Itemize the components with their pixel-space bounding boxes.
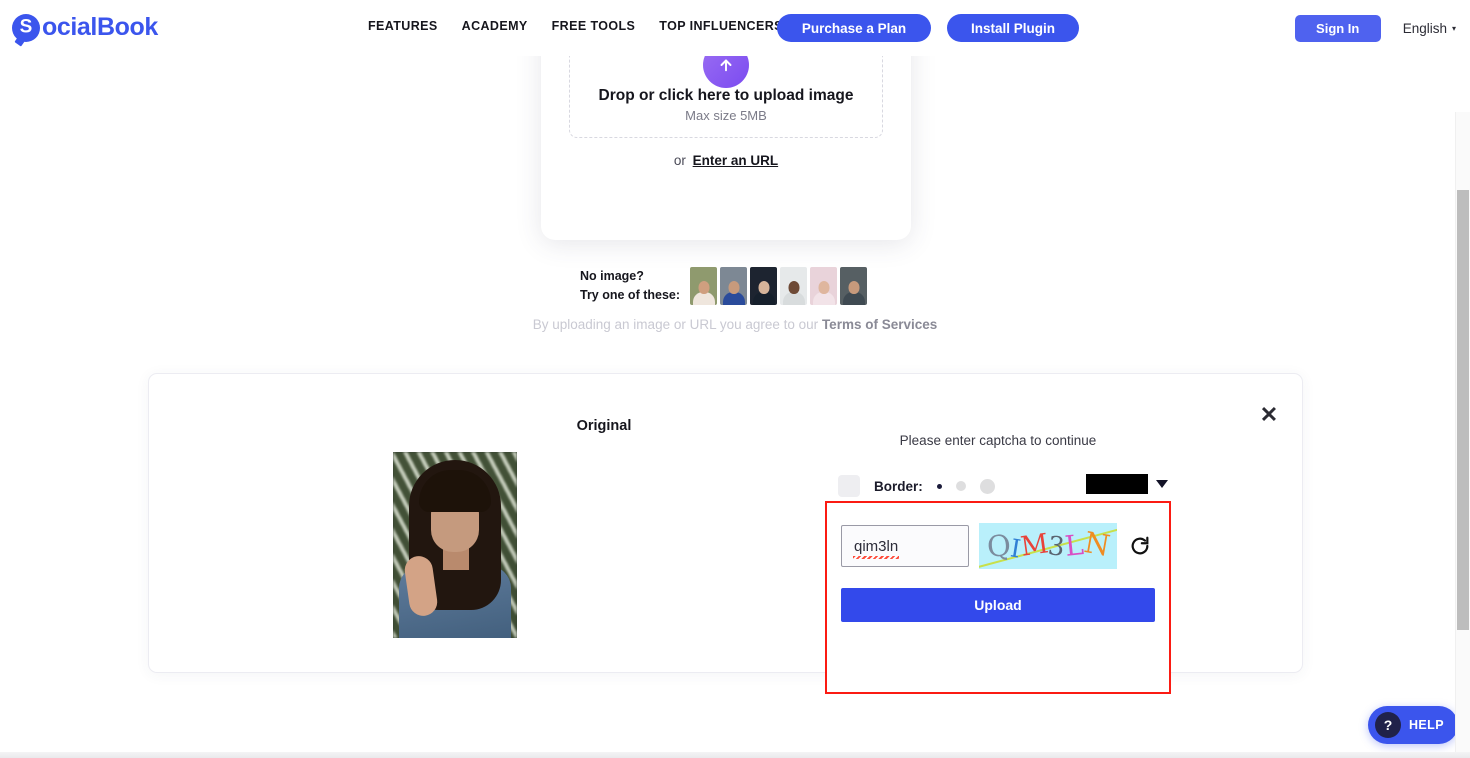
nav-item-academy[interactable]: ACADEMY: [462, 19, 528, 33]
purchase-plan-button[interactable]: Purchase a Plan: [777, 14, 931, 42]
socialbook-logo-icon: [12, 13, 40, 42]
sample-thumbnail-5[interactable]: [810, 267, 838, 306]
sign-in-button[interactable]: Sign In: [1294, 15, 1381, 42]
sample-thumbnail-2[interactable]: [720, 267, 748, 306]
page-bottom-edge: [0, 752, 1470, 758]
sample-images-section: No image? Try one of these:: [580, 267, 868, 306]
captcha-char-1: Q: [985, 527, 1012, 564]
upload-submit-button[interactable]: Upload: [841, 588, 1155, 622]
thumb-face: [698, 281, 710, 295]
captcha-image[interactable]: QIM3LN: [979, 523, 1117, 569]
thumb-face: [758, 281, 770, 295]
sample-thumbnail-6[interactable]: [840, 267, 868, 306]
border-color-select[interactable]: [1086, 474, 1168, 494]
border-size-options: [936, 478, 995, 494]
site-header: ocialBook FEATURES ACADEMY FREE TOOLS TO…: [0, 0, 1470, 56]
or-label: or: [673, 153, 686, 168]
sample-thumbnail-4[interactable]: [780, 267, 808, 306]
upload-card: Drop or click here to upload image Max s…: [541, 56, 911, 240]
sample-label: No image? Try one of these:: [580, 267, 680, 306]
thumb-body: [782, 292, 805, 306]
thumb-body: [812, 292, 835, 306]
captcha-highlight-box: qim3ln QIM3LN Upload: [825, 501, 1171, 694]
border-size-small-dot[interactable]: [936, 483, 942, 489]
border-size-medium-dot[interactable]: [955, 481, 966, 491]
border-controls: Border:: [838, 473, 1168, 499]
header-cta-group: Purchase a Plan Install Plugin: [777, 14, 1079, 42]
captcha-char-6: N: [1081, 524, 1113, 563]
terms-notice: By uploading an image or URL you agree t…: [0, 317, 1470, 332]
dropzone-title: Drop or click here to upload image: [598, 87, 854, 104]
border-size-large-dot[interactable]: [979, 478, 995, 494]
scrollbar-track[interactable]: [1455, 112, 1470, 758]
captcha-heading: Please enter captcha to continue: [899, 433, 1097, 448]
scrollbar-thumb[interactable]: [1457, 190, 1469, 630]
chevron-down-icon: ▾: [1451, 24, 1456, 33]
sample-thumbnail-1[interactable]: [690, 267, 718, 306]
chevron-down-icon: [1156, 480, 1168, 488]
original-photo: [393, 452, 517, 638]
captcha-char-3: M: [1018, 527, 1051, 563]
dropzone[interactable]: Drop or click here to upload image Max s…: [569, 56, 883, 138]
nav-item-features[interactable]: FEATURES: [368, 19, 438, 33]
sample-label-line1: No image?: [580, 269, 644, 283]
border-toggle-swatch[interactable]: [838, 475, 860, 497]
thumb-face: [728, 281, 740, 295]
original-title: Original: [576, 418, 632, 434]
main-nav: FEATURES ACADEMY FREE TOOLS TOP INFLUENC…: [368, 19, 807, 33]
captcha-input-value: qim3ln: [852, 537, 900, 559]
thumb-body: [752, 292, 775, 306]
terms-prefix: By uploading an image or URL you agree t…: [532, 317, 819, 332]
sample-thumbnail-list: [690, 267, 868, 306]
captcha-input[interactable]: qim3ln: [841, 525, 969, 567]
thumb-body: [692, 292, 715, 306]
language-selector[interactable]: English ▾: [1403, 21, 1456, 36]
thumb-body: [722, 292, 745, 306]
border-color-swatch: [1086, 474, 1148, 494]
thumb-face: [818, 281, 830, 295]
thumb-face: [848, 281, 860, 295]
dropzone-subtitle: Max size 5MB: [685, 108, 767, 123]
page-content: Drop or click here to upload image Max s…: [0, 56, 1470, 758]
logo-text: ocialBook: [42, 13, 158, 41]
logo[interactable]: ocialBook: [12, 13, 158, 42]
language-label: English: [1402, 21, 1447, 36]
sample-thumbnail-3[interactable]: [750, 267, 778, 306]
sample-label-line2: Try one of these:: [580, 288, 681, 303]
nav-item-top-influencers[interactable]: TOP INFLUENCERS: [659, 19, 783, 33]
enter-url-link[interactable]: Enter an URL: [693, 153, 779, 168]
install-plugin-button[interactable]: Install Plugin: [947, 14, 1079, 42]
terms-of-services-link[interactable]: Terms of Services: [822, 317, 937, 332]
thumb-body: [842, 292, 865, 306]
refresh-icon[interactable]: [1127, 533, 1153, 559]
close-icon[interactable]: ✕: [1256, 402, 1282, 428]
help-button[interactable]: ? HELP: [1368, 706, 1458, 744]
captcha-input-row: qim3ln QIM3LN: [841, 523, 1153, 569]
help-label: HELP: [1409, 718, 1444, 732]
question-mark-icon: ?: [1375, 712, 1401, 738]
thumb-face: [788, 281, 800, 295]
upload-arrow-icon: [703, 56, 749, 88]
enter-url-row: or Enter an URL: [541, 153, 911, 168]
header-right-group: Sign In English ▾: [1294, 15, 1456, 42]
nav-item-free-tools[interactable]: FREE TOOLS: [552, 19, 636, 33]
border-label: Border:: [874, 478, 923, 494]
